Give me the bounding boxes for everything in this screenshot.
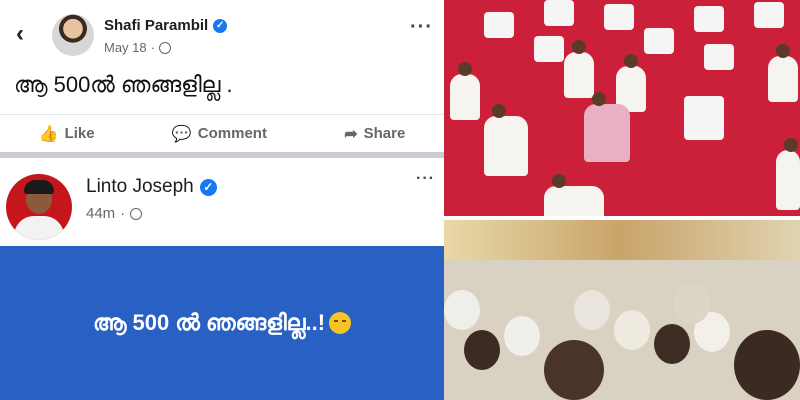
author-name[interactable]: Shafi Parambil [104,17,208,34]
post-meta: May 18 · [104,40,171,55]
globe-icon [158,41,171,54]
share-icon: ➦ [344,125,358,143]
globe-icon [130,207,143,220]
post-author[interactable]: Shafi Parambil ✓ [104,17,228,34]
back-icon[interactable]: ‹ [16,20,24,48]
post-date[interactable]: May 18 [104,40,147,55]
meta-separator: · [120,205,126,222]
avatar[interactable] [6,174,72,240]
author-name[interactable]: Linto Joseph [86,176,194,198]
post-author[interactable]: Linto Joseph ✓ [86,176,217,198]
verified-icon: ✓ [199,178,217,196]
verified-icon: ✓ [213,18,228,33]
photo-collage [444,0,800,400]
post-linto: Linto Joseph ✓ 44m · ··· [0,158,444,246]
more-options-icon[interactable]: ··· [416,170,435,188]
crowded-meeting-photo [444,220,800,400]
image-caption: ആ 500 ൽ ഞങ്ങളില്ല..! [93,310,352,336]
post-meta: 44m · [86,205,143,222]
avatar[interactable] [52,14,94,56]
more-options-icon[interactable]: ··· [410,16,433,39]
like-button[interactable]: 👍 Like [39,124,95,144]
post-image-card[interactable]: ആ 500 ൽ ഞങ്ങളില്ല..! [0,246,444,400]
smirk-emoji-icon [329,312,352,334]
share-label: Share [363,125,406,142]
share-button[interactable]: ➦ Share [344,124,405,144]
comment-label: Comment [197,125,267,142]
post-shafi: ‹ Shafi Parambil ✓ May 18 · ··· ആ 500ൽ ഞ… [0,0,444,158]
post-time[interactable]: 44m [86,205,115,222]
like-label: Like [64,125,95,142]
meta-separator: · [150,40,155,55]
comment-button[interactable]: 💬 Comment [172,124,267,144]
comment-icon: 💬 [171,125,192,143]
distanced-meeting-photo [444,0,800,216]
like-icon: 👍 [38,125,59,143]
facebook-screenshots: ‹ Shafi Parambil ✓ May 18 · ··· ആ 500ൽ ഞ… [0,0,444,400]
post-text: ആ 500ൽ ഞങ്ങളില്ല . [14,72,233,97]
post-actions: 👍 Like 💬 Comment ➦ Share [0,114,444,152]
